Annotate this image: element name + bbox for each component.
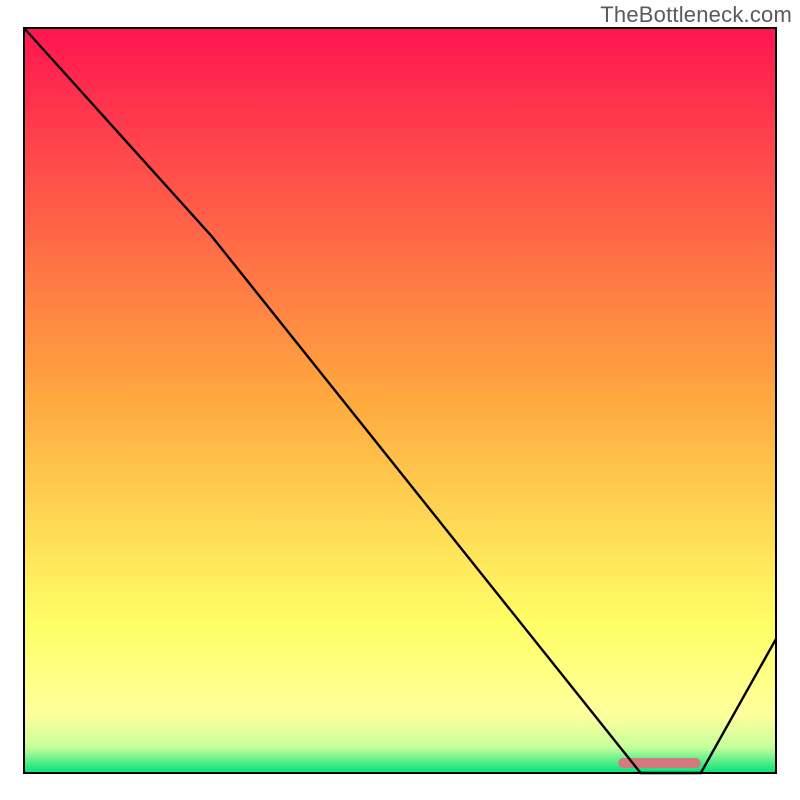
chart-background (24, 28, 776, 773)
chart-container: TheBottleneck.com (0, 0, 800, 800)
bottleneck-chart (0, 0, 800, 800)
